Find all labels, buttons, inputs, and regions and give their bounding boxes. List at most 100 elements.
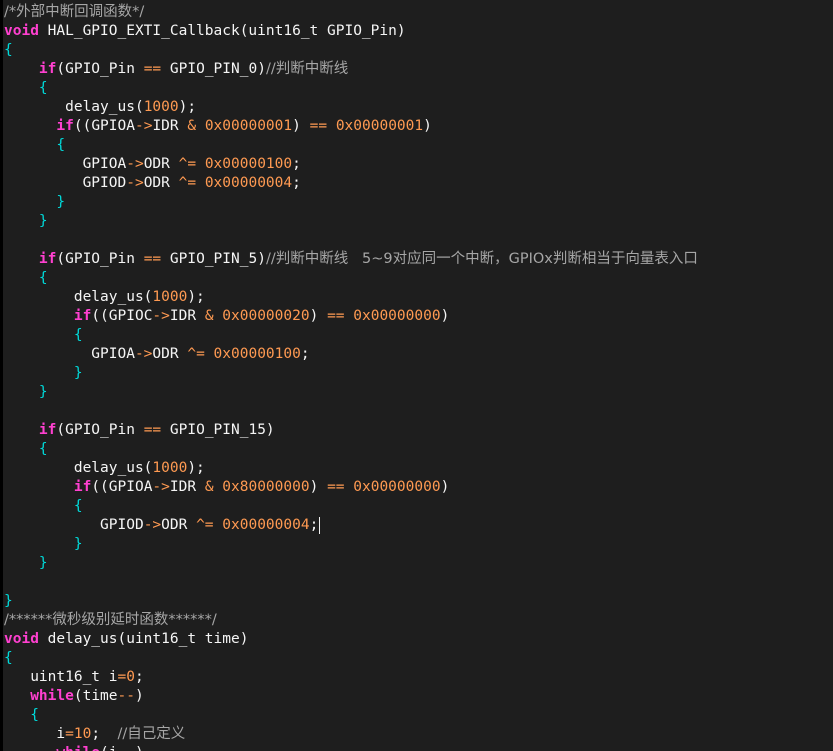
comment-token: //自己定义 [117,726,186,742]
code-line[interactable]: if((GPIOA->IDR & 0x00000001) == 0x000000… [4,117,833,136]
number-token: 1000 [143,99,179,115]
code-line[interactable]: { [4,79,833,98]
code-line[interactable]: i=10; //自己定义 [4,725,833,744]
code-line[interactable]: GPIOD->ODR ^= 0x00000004; [4,516,833,535]
operator-token: -> [134,118,153,134]
code-text: GPIOD [4,517,144,533]
code-text: GPIO_PIN_0) [161,61,266,77]
code-line[interactable]: if(GPIO_Pin == GPIO_PIN_15) [4,421,833,440]
code-text: ODR [152,346,188,362]
code-line[interactable]: delay_us(1000); [4,98,833,117]
keyword-token: while [30,688,74,704]
operator-token: -> [152,479,170,495]
code-text: ; [91,726,118,742]
brace-token: } [38,213,48,229]
code-line[interactable]: } [4,535,833,554]
code-line[interactable]: uint16_t i=0; [4,668,833,687]
code-line[interactable]: if(GPIO_Pin == GPIO_PIN_0)//判断中断线 [4,60,833,79]
code-text: ) [309,479,328,495]
code-line[interactable] [4,402,833,421]
code-line[interactable]: { [4,440,833,459]
text-cursor [319,516,321,534]
code-text: ); [178,99,197,115]
code-text: IDR [169,479,205,495]
code-text: (time [73,688,118,704]
code-text: ; [309,517,319,533]
code-text: ; [134,669,144,685]
comment-token: //判断中断线 [265,61,349,77]
code-line[interactable]: { [4,706,833,725]
code-line[interactable]: } [4,554,833,573]
code-line[interactable]: } [4,364,833,383]
comment-token: /*外部中断回调函数*/ [4,4,145,20]
number-token: 0x00000004 [204,175,293,191]
number-token: 0 [126,669,135,685]
code-text: ; [300,346,310,362]
code-text: ; [292,175,301,191]
code-line[interactable]: GPIOD->ODR ^= 0x00000004; [4,174,833,193]
code-lines[interactable]: /*外部中断回调函数*/ void HAL_GPIO_EXTI_Callback(… [4,3,833,751]
code-line[interactable]: /******微秒级别延时函数******/ [4,611,833,630]
code-line[interactable]: } [4,592,833,611]
code-line[interactable]: { [4,136,833,155]
code-line[interactable]: GPIOA->ODR ^= 0x00000100; [4,345,833,364]
number-token: 0x00000100 [213,346,301,362]
code-text: ) [440,479,450,495]
operator-token: = [65,726,74,742]
brace-token: } [38,555,48,571]
brace-token: { [4,42,13,58]
code-text: ); [187,289,205,305]
code-line[interactable]: if((GPIOA->IDR & 0x80000000) == 0x000000… [4,478,833,497]
code-line[interactable]: { [4,649,833,668]
code-text: i [4,726,66,742]
code-line[interactable]: while(i--) [4,744,833,751]
brace-token: { [38,270,48,286]
code-line[interactable]: delay_us(1000); [4,459,833,478]
operator-token: == [327,308,345,324]
brace-token: } [56,194,66,210]
operator-token: -> [126,156,144,172]
keyword-token: while [56,745,100,751]
code-text: ) [292,118,310,134]
code-line[interactable]: while(time--) [4,687,833,706]
code-line[interactable]: { [4,497,833,516]
code-line[interactable] [4,231,833,250]
operator-token: -> [126,175,144,191]
code-text: HAL_GPIO_EXTI_Callback(uint16_t GPIO_Pin… [38,23,406,39]
code-line[interactable]: } [4,212,833,231]
code-line[interactable]: { [4,326,833,345]
code-text: ((GPIOA [73,118,135,134]
code-line[interactable]: void HAL_GPIO_EXTI_Callback(uint16_t GPI… [4,22,833,41]
operator-token: ^= [178,156,197,172]
brace-token: { [38,441,48,457]
code-line[interactable]: } [4,383,833,402]
code-line[interactable]: delay_us(1000); [4,288,833,307]
brace-token: { [4,650,13,666]
code-line[interactable]: } [4,193,833,212]
code-editor[interactable]: /*外部中断回调函数*/ void HAL_GPIO_EXTI_Callback(… [0,0,833,751]
code-line[interactable] [4,573,833,592]
code-line[interactable]: { [4,41,833,60]
code-text: ); [187,460,205,476]
keyword-token: void [4,23,39,39]
number-token: 0x00000001 [335,118,424,134]
code-line[interactable]: GPIOA->ODR ^= 0x00000100; [4,155,833,174]
code-line[interactable]: { [4,269,833,288]
operator-token: -> [152,308,170,324]
code-line[interactable]: void delay_us(uint16_t time) [4,630,833,649]
code-line[interactable]: /*外部中断回调函数*/ [4,3,833,22]
code-text: GPIOD [4,175,127,191]
code-line[interactable]: if((GPIOC->IDR & 0x00000020) == 0x000000… [4,307,833,326]
code-line[interactable]: if(GPIO_Pin == GPIO_PIN_5)//判断中断线 5~9对应同… [4,250,833,269]
